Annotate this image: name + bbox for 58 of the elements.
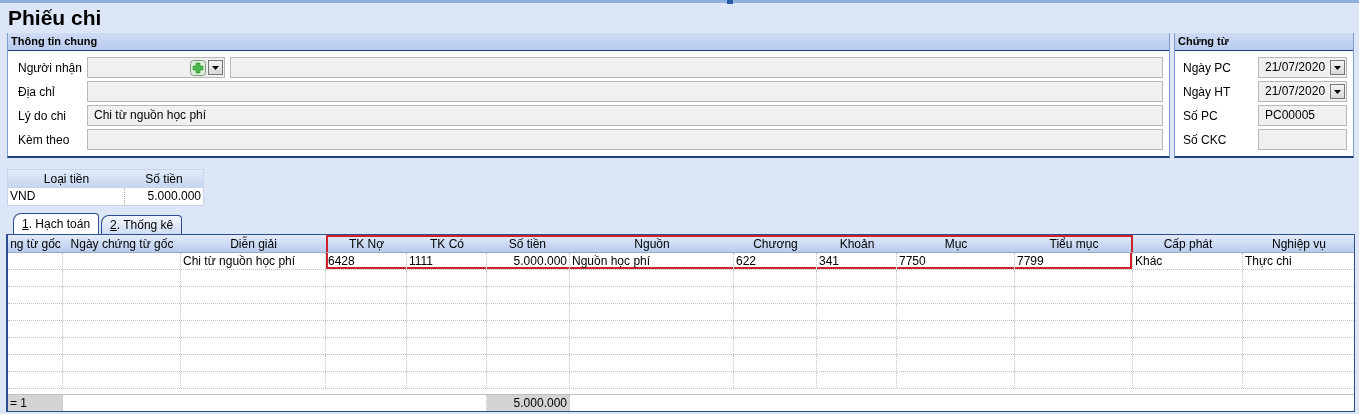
table-cell: 6428	[326, 253, 407, 269]
column-header: Loại tiền	[42, 171, 91, 188]
text-field[interactable]: PC00005	[1258, 105, 1347, 126]
column-header[interactable]: Số tiền	[487, 235, 570, 252]
table-cell: Nguồn học phí	[570, 253, 734, 269]
table-cell: 5.000.000	[487, 253, 570, 269]
column-header[interactable]: Tiểu mục	[1015, 235, 1133, 252]
column-header[interactable]: Diễn giải	[181, 235, 326, 252]
column-header[interactable]: Ngày chứng từ gốc	[63, 235, 181, 252]
column-header[interactable]: Cấp phát	[1133, 235, 1243, 252]
combo-field[interactable]	[87, 57, 225, 78]
dropdown-button[interactable]	[1330, 60, 1345, 75]
text-field[interactable]	[230, 57, 1163, 78]
column-header[interactable]: Mục	[897, 235, 1015, 252]
table-cell: 7750	[897, 253, 1015, 269]
dropdown-button[interactable]	[208, 60, 223, 75]
column-header[interactable]: ng từ gốc	[8, 235, 63, 252]
table-cell: = 1	[8, 395, 63, 411]
page-title: Phiếu chi	[7, 5, 103, 31]
column-header[interactable]: TK Nợ	[326, 235, 407, 252]
tab[interactable]: 1. Hạch toán	[13, 213, 100, 234]
field-label: Địa chỉ	[18, 84, 56, 99]
table-cell: Khác	[1133, 253, 1243, 269]
caret-icon	[1334, 65, 1341, 70]
field-label: Số PC	[1183, 108, 1219, 123]
tab[interactable]: 2. Thống kê	[101, 215, 183, 234]
date-field[interactable]: 21/07/2020	[1258, 81, 1347, 102]
text-field[interactable]	[1258, 129, 1347, 150]
table-cell: Chi từ nguồn học phí	[181, 253, 326, 269]
field-label: Số CKC	[1183, 132, 1228, 147]
column-header[interactable]: Nguồn	[570, 235, 734, 252]
dropdown-button[interactable]	[1330, 84, 1345, 99]
caret-icon	[1334, 89, 1341, 94]
column-header[interactable]: Chương	[734, 235, 817, 252]
text-field[interactable]: Chi từ nguồn học phí	[87, 105, 1163, 126]
table-cell: VND	[8, 188, 125, 205]
column-header: Số tiền	[144, 171, 184, 188]
text-field[interactable]	[87, 81, 1163, 102]
caret-icon	[212, 65, 219, 70]
group-heading: Thông tin chung	[8, 33, 1169, 51]
table-cell: 622	[734, 253, 817, 269]
column-header[interactable]: Nghiệp vụ	[1243, 235, 1354, 252]
group-heading: Chứng từ	[1175, 33, 1353, 51]
column-header[interactable]: Khoản	[817, 235, 897, 252]
field-label: Người nhận	[18, 60, 82, 75]
column-header[interactable]: TK Có	[407, 235, 487, 252]
table-cell: 341	[817, 253, 897, 269]
field-label: Lý do chi	[18, 108, 68, 123]
text-field[interactable]	[87, 129, 1163, 150]
table-cell: 1111	[407, 253, 487, 269]
field-label: Ngày PC	[1183, 60, 1233, 75]
field-label: Kèm theo	[18, 132, 71, 147]
date-field[interactable]: 21/07/2020	[1258, 57, 1347, 78]
table-cell: 5.000.000	[487, 395, 570, 411]
field-label: Ngày HT	[1183, 84, 1232, 99]
table-cell: Thực chi	[1243, 253, 1354, 269]
table-cell: 7799	[1015, 253, 1133, 269]
table-cell-text: 5.000.000	[146, 188, 202, 205]
